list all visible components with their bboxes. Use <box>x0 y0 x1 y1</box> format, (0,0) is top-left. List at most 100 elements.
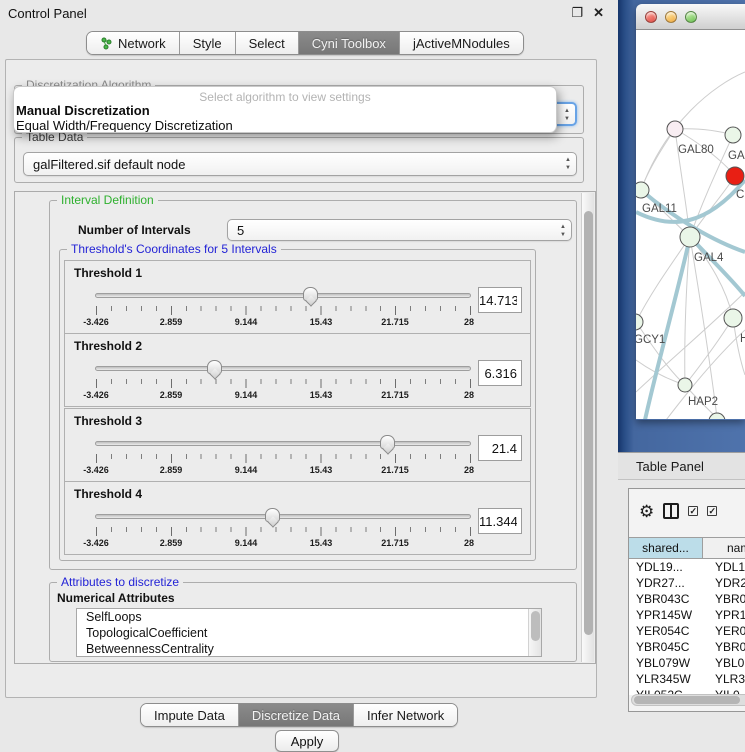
table-horizontal-scrollbar[interactable] <box>631 694 745 706</box>
panel-title: Control Panel <box>8 6 87 21</box>
threshold-4-slider[interactable]: -3.4262.8599.14415.4321.71528 <box>95 510 471 552</box>
attribute-list-item[interactable]: TopologicalCoefficient <box>77 625 541 641</box>
table-row[interactable]: YPR145WYPR1 <box>629 607 745 623</box>
tab-style[interactable]: Style <box>180 32 236 54</box>
gear-icon[interactable]: ⚙ <box>639 503 654 520</box>
minimize-traffic-light[interactable] <box>665 11 677 23</box>
number-of-intervals-combo[interactable]: 5 ▲▼ <box>227 219 572 241</box>
table-row[interactable]: YLR345WYLR3 <box>629 671 745 687</box>
cell-name[interactable]: YDR2 <box>703 575 745 591</box>
threshold-4-value-field[interactable] <box>478 508 522 534</box>
network-node[interactable] <box>678 378 692 392</box>
cell-shared-name[interactable]: YDL19... <box>629 559 703 575</box>
table-row[interactable]: YDR27...YDR2 <box>629 575 745 591</box>
interval-definition-group: Interval Definition Number of Intervals … <box>49 200 577 570</box>
cell-shared-name[interactable]: YLR345W <box>629 671 703 687</box>
tab-discretize-data[interactable]: Discretize Data <box>239 704 354 726</box>
option-equal-width-frequency[interactable]: Equal Width/Frequency Discretization <box>14 118 556 133</box>
close-traffic-light[interactable] <box>645 11 657 23</box>
cell-name[interactable]: YBR0 <box>703 591 745 607</box>
threshold-1-slider[interactable]: -3.4262.8599.14415.4321.71528 <box>95 289 471 331</box>
threshold-2-value-field[interactable] <box>478 360 522 386</box>
network-node-label: HAP2 <box>688 396 718 408</box>
threshold-2-slider[interactable]: -3.4262.8599.14415.4321.71528 <box>95 362 471 404</box>
tab-network[interactable]: Network <box>87 32 180 54</box>
network-node[interactable] <box>667 121 683 137</box>
cell-shared-name[interactable]: YBR043C <box>629 591 703 607</box>
cell-shared-name[interactable]: YER054C <box>629 623 703 639</box>
table-data-combo[interactable]: galFiltered.sif default node ▲▼ <box>23 152 577 176</box>
cell-name[interactable]: YPR1 <box>703 607 745 623</box>
combo-stepper-icon[interactable]: ▲▼ <box>564 107 570 123</box>
tab-cyni-toolbox[interactable]: Cyni Toolbox <box>299 32 400 54</box>
network-node[interactable] <box>725 127 741 143</box>
combo-stepper-icon[interactable]: ▲▼ <box>565 156 571 172</box>
slider-major-ticks <box>96 379 471 388</box>
tab-infer-network[interactable]: Infer Network <box>354 704 457 726</box>
column-header-shared-name[interactable]: shared... <box>629 538 703 558</box>
tab-jactivemnodules[interactable]: jActiveMNodules <box>400 32 523 54</box>
table-row[interactable]: YBR043CYBR0 <box>629 591 745 607</box>
table-row[interactable]: YBL079WYBL0 <box>629 655 745 671</box>
tab-select[interactable]: Select <box>236 32 299 54</box>
slider-thumb[interactable] <box>380 435 395 449</box>
cell-shared-name[interactable]: YBL079W <box>629 655 703 671</box>
table-row[interactable]: YER054CYER0 <box>629 623 745 639</box>
zoom-traffic-light[interactable] <box>685 11 697 23</box>
slider-thumb[interactable] <box>207 360 222 374</box>
network-node[interactable] <box>709 413 725 419</box>
right-side: GAL80GAGAL11CGAL4GCY1HHAP2 Table Panel ⚙… <box>618 0 745 745</box>
table-row[interactable]: YDL19...YDL1 <box>629 559 745 575</box>
combo-stepper-icon[interactable]: ▲▼ <box>560 223 566 239</box>
tab-infer-network-label: Infer Network <box>367 708 444 723</box>
network-node[interactable] <box>724 309 742 327</box>
cell-name[interactable]: YLR3 <box>703 671 745 687</box>
cell-shared-name[interactable]: YBR045C <box>629 639 703 655</box>
table-row[interactable]: YBR045CYBR0 <box>629 639 745 655</box>
slider-track[interactable] <box>95 514 471 519</box>
column-header-name[interactable]: name <box>703 538 745 558</box>
split-columns-icon[interactable] <box>663 503 679 519</box>
close-icon[interactable]: ✕ <box>593 5 604 21</box>
attribute-list-item[interactable]: SelfLoops <box>77 609 541 625</box>
tab-style-label: Style <box>193 36 222 51</box>
network-node[interactable] <box>726 167 744 185</box>
slider-track[interactable] <box>95 366 471 371</box>
attribute-list-item[interactable]: BetweennessCentrality <box>77 641 541 657</box>
slider-thumb[interactable] <box>303 287 318 301</box>
network-node[interactable] <box>636 182 649 198</box>
tab-network-label: Network <box>118 36 166 51</box>
slider-thumb[interactable] <box>265 508 280 522</box>
cell-name[interactable]: YBL0 <box>703 655 745 671</box>
cell-name[interactable]: YER0 <box>703 623 745 639</box>
network-edge[interactable] <box>690 237 717 418</box>
threshold-1-label: Threshold 1 <box>74 266 142 280</box>
tab-impute-data[interactable]: Impute Data <box>141 704 239 726</box>
cell-name[interactable]: YDL1 <box>703 559 745 575</box>
cell-shared-name[interactable]: YDR27... <box>629 575 703 591</box>
slider-track[interactable] <box>95 441 471 446</box>
threshold-3-value-field[interactable] <box>478 435 522 461</box>
network-node-label: GCY1 <box>636 334 665 346</box>
settings-scrollbar[interactable] <box>581 193 594 662</box>
network-window-titlebar[interactable] <box>636 4 745 30</box>
slider-track[interactable] <box>95 293 471 298</box>
option-manual-discretization[interactable]: Manual Discretization <box>14 103 556 118</box>
network-edge[interactable] <box>685 318 733 385</box>
apply-button[interactable]: Apply <box>275 730 339 752</box>
network-node[interactable] <box>636 314 643 330</box>
float-window-icon[interactable]: ❐ <box>571 5 583 21</box>
checkbox-icon[interactable]: ✓ <box>707 506 717 516</box>
settings-scrollbar-thumb[interactable] <box>584 211 593 635</box>
attributes-list-scrollbar[interactable] <box>528 609 541 656</box>
table-scrollbar-thumb[interactable] <box>634 696 740 704</box>
threshold-3-slider[interactable]: -3.4262.8599.14415.4321.71528 <box>95 437 471 479</box>
checkbox-icon[interactable]: ✓ <box>688 506 698 516</box>
cell-name[interactable]: YBR0 <box>703 639 745 655</box>
threshold-1-value-field[interactable] <box>478 287 522 313</box>
table-panel-title: Table Panel <box>618 459 704 474</box>
network-canvas[interactable]: GAL80GAGAL11CGAL4GCY1HHAP2 <box>636 30 745 419</box>
network-edge[interactable] <box>641 129 675 190</box>
cell-shared-name[interactable]: YPR145W <box>629 607 703 623</box>
network-node[interactable] <box>680 227 700 247</box>
